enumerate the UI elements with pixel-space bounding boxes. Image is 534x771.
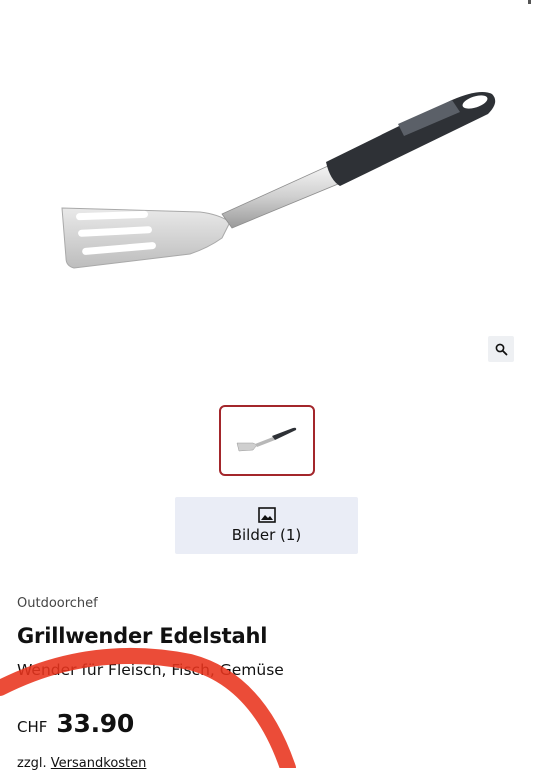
product-title: Grillwender Edelstahl bbox=[17, 624, 268, 648]
brand-name[interactable]: Outdoorchef bbox=[17, 596, 98, 611]
thumbnail-image bbox=[236, 427, 297, 451]
gallery-images-button[interactable]: Bilder (1) bbox=[175, 497, 358, 554]
image-icon bbox=[257, 507, 276, 523]
product-subtitle: Wender für Fleisch, Fisch, Gemüse bbox=[17, 661, 284, 679]
price-currency: CHF bbox=[17, 718, 48, 736]
price-amount: 33.90 bbox=[56, 709, 134, 738]
shipping-costs-link[interactable]: Versandkosten bbox=[51, 756, 147, 771]
thumbnail-active[interactable] bbox=[219, 405, 315, 476]
shipping-note: zzgl. Versandkosten bbox=[17, 756, 146, 771]
product-price: CHF 33.90 bbox=[17, 709, 134, 738]
shipping-prefix: zzgl. bbox=[17, 756, 47, 771]
zoom-button[interactable] bbox=[488, 336, 514, 362]
magnifier-icon bbox=[495, 343, 507, 355]
product-image bbox=[61, 92, 496, 269]
gallery-button-label: Bilder (1) bbox=[231, 526, 302, 544]
